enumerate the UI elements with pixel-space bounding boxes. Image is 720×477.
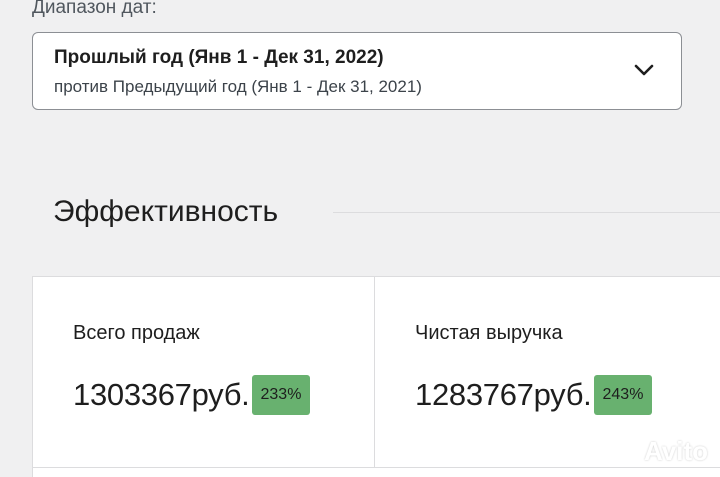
- performance-title: Эффективность: [53, 195, 279, 228]
- date-range-comparison: против Предыдущий год (Янв 1 - Дек 31, 2…: [54, 77, 422, 96]
- card-label: Всего продаж: [73, 322, 200, 344]
- chevron-down-icon[interactable]: [633, 61, 655, 79]
- date-range-label: Диапазон дат:: [32, 0, 157, 18]
- card-total-sales[interactable]: Всего продаж 1303367руб. 233%: [33, 277, 375, 467]
- avito-watermark: Avito: [604, 436, 708, 467]
- analytics-page: Диапазон дат: Прошлый год (Янв 1 - Дек 3…: [0, 0, 720, 477]
- delta-badge: 233%: [251, 375, 311, 415]
- date-range-primary: Прошлый год (Янв 1 - Дек 31, 2022): [54, 47, 384, 68]
- card-value: 1283767руб.: [415, 377, 592, 412]
- avito-logo-icon: [606, 438, 633, 466]
- card-value-row: 1283767руб. 243%: [415, 375, 653, 415]
- delta-badge: 243%: [593, 375, 653, 415]
- date-range-dropdown[interactable]: Прошлый год (Янв 1 - Дек 31, 2022) проти…: [32, 32, 682, 110]
- card-value-row: 1303367руб. 233%: [73, 375, 311, 415]
- card-value: 1303367руб.: [73, 377, 250, 412]
- watermark-text: Avito: [643, 436, 708, 466]
- row-divider: [33, 467, 720, 468]
- card-label: Чистая выручка: [415, 322, 563, 344]
- section-divider: [333, 212, 720, 213]
